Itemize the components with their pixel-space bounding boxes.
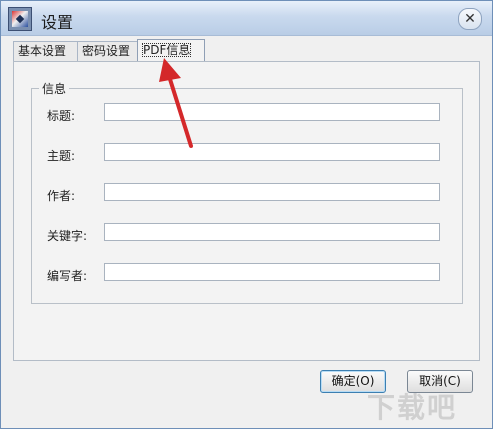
close-icon: ✕ [464, 11, 476, 27]
keywords-label: 关键字: [47, 229, 88, 243]
title-label: 标题: [47, 109, 76, 123]
window-title: 设置 [41, 13, 74, 32]
author-label: 作者: [47, 189, 76, 203]
tab-pdf-info-label: PDF信息 [142, 43, 192, 57]
title-bar[interactable]: 设置 ✕ [1, 1, 492, 36]
tab-basic-settings[interactable]: 基本设置 [13, 41, 81, 61]
info-group-label: 信息 [39, 80, 70, 97]
app-icon [8, 7, 32, 31]
subject-label: 主题: [47, 149, 76, 163]
close-button[interactable]: ✕ [458, 8, 482, 30]
creator-label: 编写者: [47, 269, 88, 283]
tab-password-settings[interactable]: 密码设置 [77, 41, 145, 61]
keywords-input[interactable] [104, 223, 440, 241]
creator-input[interactable] [104, 263, 440, 281]
author-input[interactable] [104, 183, 440, 201]
settings-window: 设置 ✕ 基本设置 密码设置 PDF信息 信息 标题: 主题: 作者: 关键字:… [0, 0, 493, 429]
annotation-arrow-icon [159, 58, 193, 148]
watermark-logo: 下载吧 [367, 391, 458, 424]
